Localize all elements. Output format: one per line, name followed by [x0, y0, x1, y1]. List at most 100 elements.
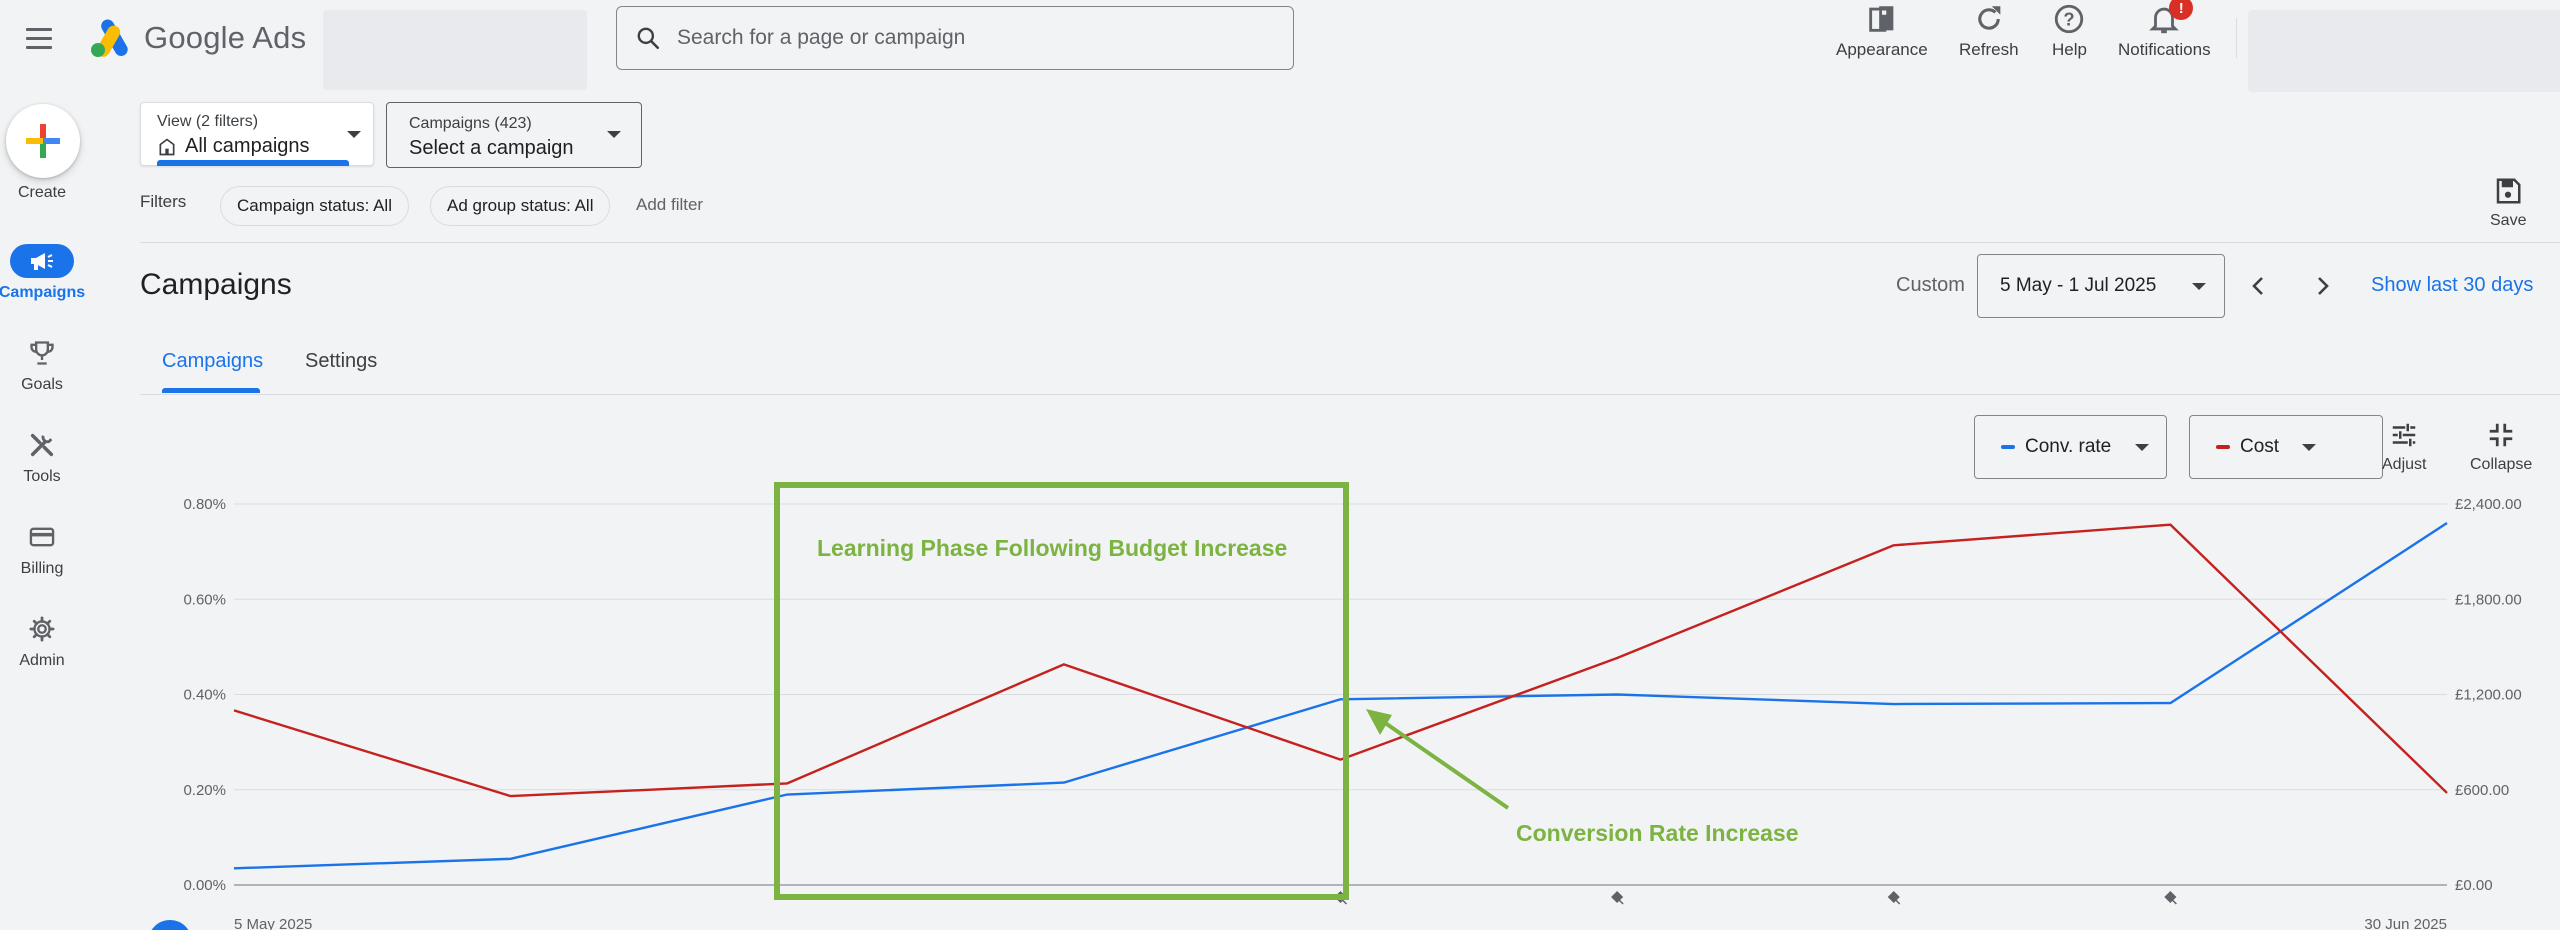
adjust-button[interactable]: Adjust: [2382, 420, 2426, 474]
date-range-caret-icon: [2192, 283, 2206, 290]
filter-chip-campaign-status[interactable]: Campaign status: All: [220, 186, 409, 226]
view-selector-underline: [157, 160, 349, 166]
tab-campaigns[interactable]: Campaigns: [162, 350, 263, 373]
notification-icon-wrap: !: [2147, 0, 2194, 36]
x-tick-label: 30 Jun 2025: [2364, 916, 2447, 930]
main-menu-button[interactable]: [26, 22, 58, 54]
google-ads-logo-icon: [91, 19, 128, 57]
y-left-tick-label: 0.00%: [183, 877, 226, 894]
cost-caret-icon: [2302, 444, 2316, 451]
y-right-tick-label: £2,400.00: [2455, 496, 2522, 513]
y-left-tick-label: 0.40%: [183, 687, 226, 704]
nav-campaigns-pill: [10, 244, 74, 278]
change-history-marker-icon: [2164, 890, 2177, 905]
annotation-arrow-head: [1366, 709, 1392, 735]
conv-rate-line: [233, 522, 2448, 870]
help-label: Help: [2052, 40, 2087, 59]
top-divider: [2236, 18, 2237, 58]
learning-phase-annotation: Learning Phase Following Budget Increase: [817, 535, 1287, 561]
cost-line: [233, 523, 2448, 798]
date-range-value: 5 May - 1 Jul 2025: [2000, 275, 2157, 296]
y-right-tick-label: £1,200.00: [2455, 687, 2522, 704]
top-bar: Google Ads Appearance Refresh ? Help: [0, 0, 2560, 92]
filters-label: Filters: [140, 192, 187, 211]
appearance-button[interactable]: Appearance: [1836, 2, 1928, 60]
collapse-icon: [2489, 423, 2513, 447]
date-custom-label: Custom: [1896, 274, 1965, 296]
help-icon: ?: [2055, 4, 2084, 34]
campaign-selector-caret-icon: [607, 131, 621, 138]
cost-legend-swatch: [2216, 445, 2230, 449]
change-history-marker-icon: [1887, 890, 1901, 905]
prev-period-chevron-icon[interactable]: [2248, 274, 2268, 298]
metric-cost-label: Cost: [2240, 436, 2280, 457]
account-selector[interactable]: [323, 10, 587, 90]
save-icon: [2496, 178, 2521, 204]
tab-settings[interactable]: Settings: [305, 350, 377, 373]
plus-icon: [26, 124, 60, 158]
refresh-icon: [1978, 6, 2001, 30]
y-left-tick-label: 0.60%: [183, 591, 226, 608]
search-input[interactable]: [677, 26, 1237, 50]
change-history-marker-icon: [1611, 890, 1624, 905]
show-last-30-days-link[interactable]: Show last 30 days: [2371, 274, 2533, 297]
search-box[interactable]: [616, 6, 1294, 70]
notifications-label: Notifications: [2118, 40, 2211, 59]
help-button[interactable]: ? Help: [2052, 2, 2087, 60]
notifications-button[interactable]: ! Notifications: [2118, 0, 2211, 60]
page-title: Campaigns: [140, 268, 292, 301]
campaign-selector-caption: Campaigns (423): [409, 115, 532, 132]
filters-divider: [140, 242, 2560, 243]
profile-area[interactable]: [2248, 10, 2560, 92]
annotation-arrow-line: [1376, 716, 1510, 810]
date-range-selector[interactable]: 5 May - 1 Jul 2025: [1977, 254, 2225, 318]
nav-goals-label: Goals: [21, 376, 63, 393]
view-selector-value: All campaigns: [185, 135, 310, 157]
view-selector-caret-icon: [347, 131, 361, 138]
next-period-chevron-icon[interactable]: [2313, 274, 2333, 298]
refresh-label: Refresh: [1959, 40, 2019, 59]
collapse-button[interactable]: Collapse: [2470, 420, 2532, 474]
google-ads-logo[interactable]: Google Ads: [90, 18, 306, 58]
save-button[interactable]: Save: [2490, 176, 2526, 230]
create-label: Create: [17, 184, 67, 201]
nav-campaigns[interactable]: Campaigns: [0, 244, 86, 302]
y-left-tick-label: 0.20%: [183, 782, 226, 799]
y-right-tick-label: £0.00: [2455, 877, 2493, 894]
tabs-divider: [140, 394, 2560, 395]
campaign-selector[interactable]: Campaigns (423) Select a campaign: [386, 102, 642, 168]
tools-icon: [30, 433, 54, 457]
notification-badge: !: [2169, 0, 2194, 20]
conversion-rate-annotation: Conversion Rate Increase: [1516, 820, 1799, 846]
y-right-tick-label: £1,800.00: [2455, 591, 2522, 608]
performance-chart: 0.00% £0.00 0.20% £600.00 0.40% £1,200.00 0.60…: [183, 482, 2522, 930]
nav-goals-pill: [10, 336, 74, 370]
save-label: Save: [2490, 212, 2527, 229]
refresh-button[interactable]: Refresh: [1959, 2, 2019, 60]
filter-chip-ad-group-status[interactable]: Ad group status: All: [430, 186, 611, 226]
appearance-icon: [1869, 6, 1894, 32]
metric-conv-rate-label: Conv. rate: [2025, 436, 2112, 457]
nav-goals[interactable]: Goals: [0, 336, 84, 394]
conv-rate-caret-icon: [2135, 444, 2149, 451]
active-tab-indicator: [162, 388, 260, 393]
add-filter-link[interactable]: Add filter: [636, 195, 703, 215]
building-icon: [159, 137, 175, 155]
create-button[interactable]: [6, 104, 80, 178]
svg-text:?: ?: [2064, 8, 2075, 29]
campaign-selector-value: Select a campaign: [409, 137, 574, 159]
view-selector-caption: View (2 filters): [157, 113, 259, 130]
view-selector-value-wrap: All campaigns: [157, 135, 310, 158]
search-icon: [637, 27, 660, 50]
megaphone-icon: [31, 253, 53, 270]
y-left-tick-label: 0.80%: [183, 496, 226, 513]
nav-campaigns-label: Campaigns: [0, 284, 86, 301]
view-selector[interactable]: View (2 filters) All campaigns: [140, 102, 374, 166]
y-right-tick-label: £600.00: [2455, 782, 2509, 799]
app-name: Google Ads: [144, 20, 307, 55]
x-tick-label: 5 May 2025: [234, 916, 312, 930]
appearance-label: Appearance: [1836, 40, 1928, 59]
nav-tools-pill: [10, 428, 74, 462]
sliders-icon: [2392, 423, 2416, 447]
conv-rate-legend-swatch: [2001, 445, 2015, 449]
